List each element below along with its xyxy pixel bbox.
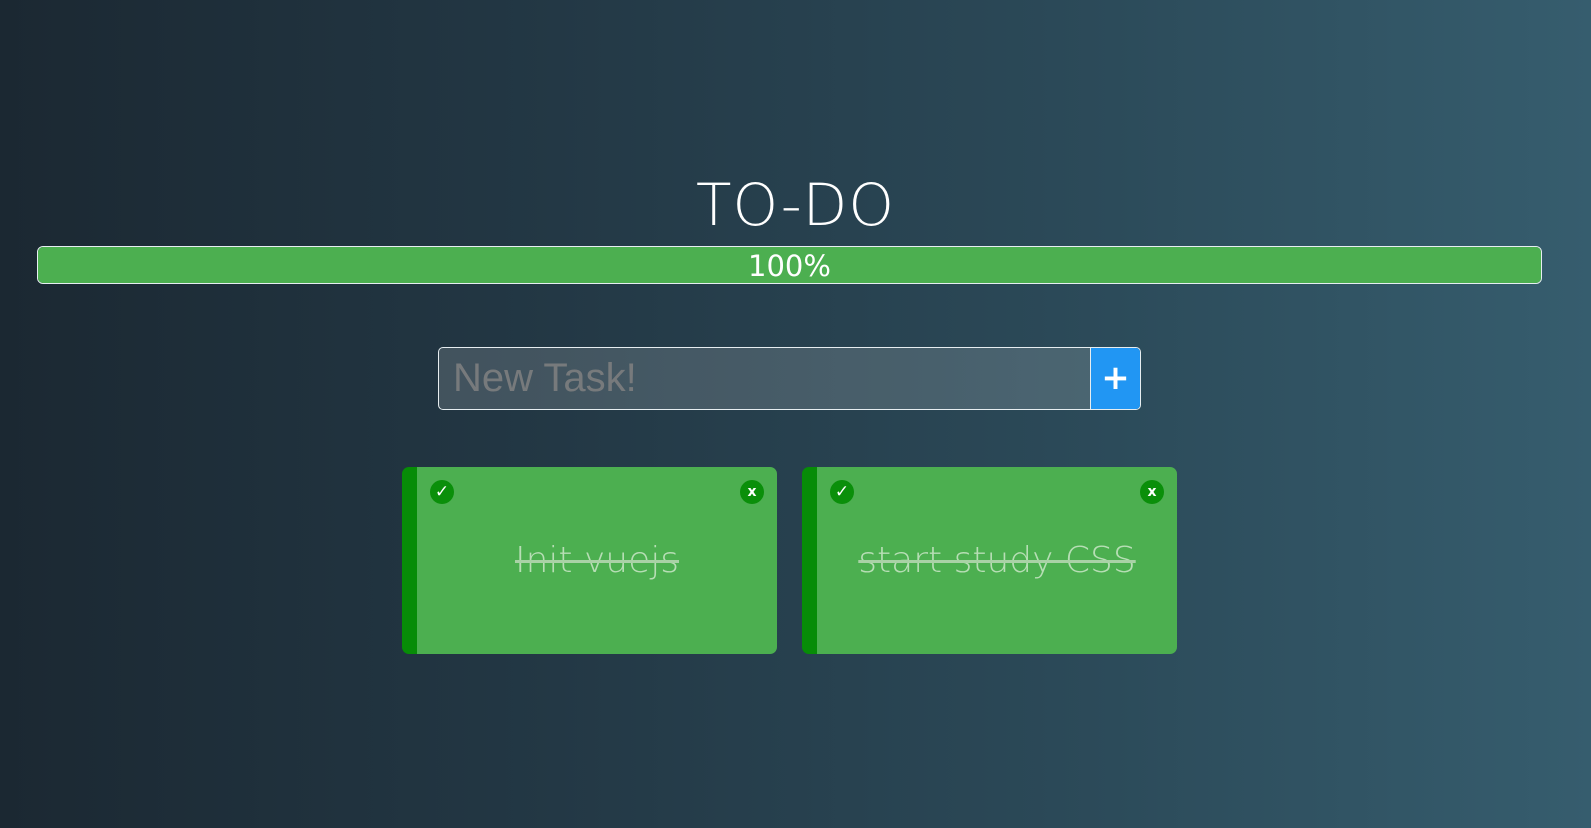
add-task-button[interactable]: + (1090, 348, 1140, 409)
page-title: TO-DO (696, 171, 895, 239)
new-task-form: + (438, 347, 1141, 410)
task-card[interactable]: ✓ x start study CSS (802, 467, 1177, 654)
task-text: Init vuejs (514, 540, 680, 581)
new-task-input[interactable] (439, 348, 1090, 409)
task-card[interactable]: ✓ x Init vuejs (402, 467, 777, 654)
progress-label: 100% (748, 249, 831, 283)
task-text: start study CSS (858, 540, 1136, 581)
progress-bar: 100% (37, 246, 1542, 284)
